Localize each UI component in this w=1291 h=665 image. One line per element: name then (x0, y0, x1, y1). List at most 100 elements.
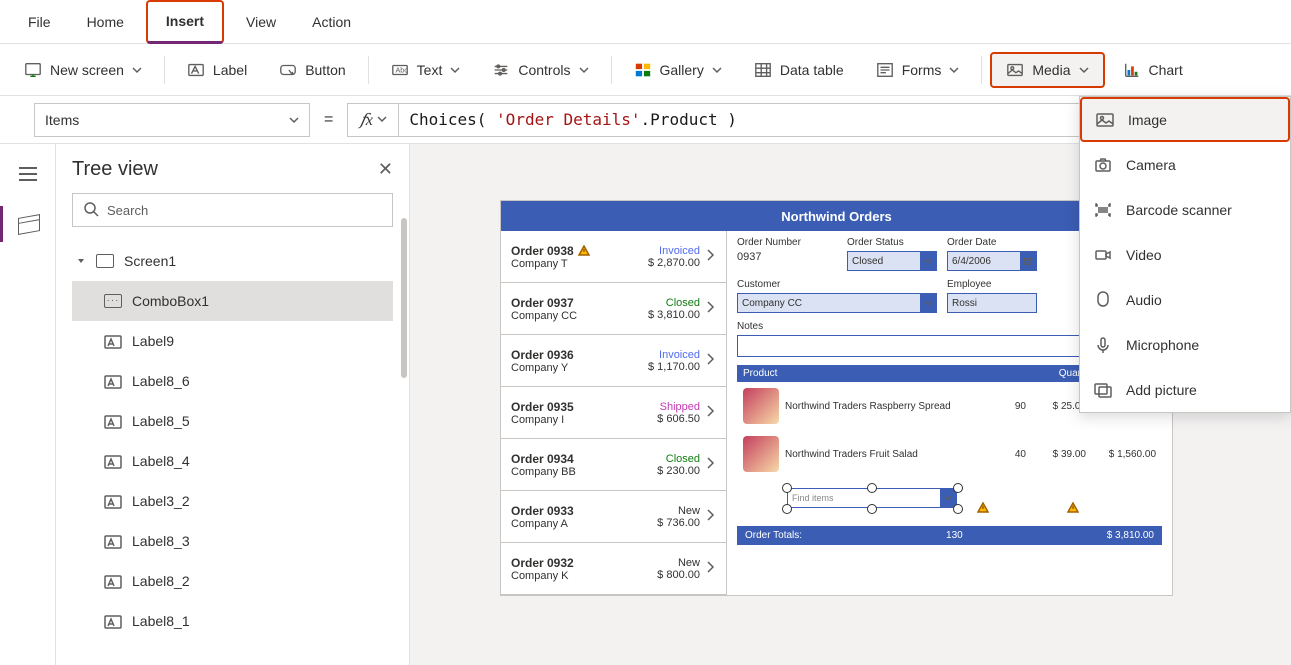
media-video[interactable]: Video (1080, 232, 1290, 277)
chevron-down-icon (289, 112, 299, 128)
media-microphone[interactable]: Microphone (1080, 322, 1290, 367)
ribbon-datatable[interactable]: Data table (740, 52, 858, 88)
find-items-placeholder: Find items (792, 493, 834, 503)
tree-node-label: Label8_2 (132, 573, 190, 589)
ribbon-new-screen[interactable]: New screen (10, 52, 156, 88)
tree-node[interactable]: Label3_2 (72, 481, 393, 521)
tree-view-button[interactable] (16, 212, 40, 236)
ribbon-label[interactable]: Label (173, 52, 261, 88)
tree-node-label: Label9 (132, 333, 174, 349)
chevron-down-icon (949, 62, 959, 78)
menu-file[interactable]: File (10, 0, 69, 44)
scrollbar-thumb[interactable] (401, 218, 407, 378)
media-image-label: Image (1128, 112, 1167, 128)
order-status-select[interactable]: Closed (847, 251, 937, 271)
employee-input[interactable]: Rossi (947, 293, 1037, 313)
media-camera-label: Camera (1126, 157, 1176, 173)
resize-handle[interactable] (867, 504, 877, 514)
tree-node-label: Label8_5 (132, 413, 190, 429)
property-dropdown[interactable]: Items (34, 103, 310, 137)
chevron-right-icon (706, 248, 716, 265)
chevron-right-icon (706, 352, 716, 369)
order-row[interactable]: Order 0937Company CC Closed$ 3,810.00 (501, 283, 726, 335)
order-row[interactable]: Order 0934Company BB Closed$ 230.00 (501, 439, 726, 491)
tree-node[interactable]: Label8_2 (72, 561, 393, 601)
media-image[interactable]: Image (1080, 97, 1290, 142)
separator (981, 56, 982, 84)
tree-node[interactable]: Label8_1 (72, 601, 393, 641)
tree-node[interactable]: Label8_3 (72, 521, 393, 561)
ribbon-controls[interactable]: Controls (478, 52, 602, 88)
order-row[interactable]: Order 0938Company T Invoiced$ 2,870.00 (501, 231, 726, 283)
tree-node[interactable]: Label8_5 (72, 401, 393, 441)
ribbon-forms-label: Forms (902, 62, 942, 78)
combobox-icon (104, 294, 122, 308)
chevron-right-icon (706, 508, 716, 525)
media-barcode[interactable]: Barcode scanner (1080, 187, 1290, 232)
hamburger-button[interactable] (16, 162, 40, 186)
tree-root[interactable]: Screen1 (72, 241, 393, 281)
ribbon-text[interactable]: Abc Text (377, 52, 475, 88)
tree-node[interactable]: Label8_6 (72, 361, 393, 401)
ribbon-chart[interactable]: Chart (1109, 52, 1197, 88)
ribbon-label-label: Label (213, 62, 247, 78)
customer-value: Company CC (742, 298, 802, 309)
left-rail (0, 144, 56, 665)
media-microphone-label: Microphone (1126, 337, 1199, 353)
menu-action[interactable]: Action (294, 0, 369, 44)
order-list[interactable]: Order 0938Company T Invoiced$ 2,870.00Or… (501, 231, 727, 595)
chevron-down-icon (450, 62, 460, 78)
order-row[interactable]: Order 0933Company A New$ 736.00 (501, 491, 726, 543)
ribbon-button[interactable]: Button (265, 52, 359, 88)
media-camera[interactable]: Camera (1080, 142, 1290, 187)
media-audio[interactable]: Audio (1080, 277, 1290, 322)
ribbon-controls-label: Controls (518, 62, 570, 78)
tree-node[interactable]: Label9 (72, 321, 393, 361)
chevron-right-icon (706, 300, 716, 317)
resize-handle[interactable] (953, 483, 963, 493)
media-barcode-label: Barcode scanner (1126, 202, 1232, 218)
tree-node[interactable]: ComboBox1 (72, 281, 393, 321)
ribbon-media-label: Media (1032, 62, 1070, 78)
totals-label: Order Totals: (745, 530, 802, 541)
ribbon-forms[interactable]: Forms (862, 52, 974, 88)
resize-handle[interactable] (867, 483, 877, 493)
order-row[interactable]: Order 0932Company K New$ 800.00 (501, 543, 726, 595)
product-row: Northwind Traders Fruit Salad40$ 39.00$ … (737, 430, 1162, 478)
ribbon-text-label: Text (417, 62, 443, 78)
media-add-picture-label: Add picture (1126, 382, 1197, 398)
chevron-down-icon (712, 62, 722, 78)
label-order-date: Order Date (947, 237, 1037, 248)
menu-home[interactable]: Home (69, 0, 142, 44)
totals-qty: 130 (946, 530, 963, 541)
collapse-caret-icon (76, 253, 86, 269)
fx-button[interactable]: 𝑓x (347, 103, 399, 137)
ribbon-gallery[interactable]: Gallery (620, 52, 736, 88)
col-product: Product (743, 368, 1036, 379)
ribbon-media[interactable]: Media (990, 52, 1104, 88)
label-icon (104, 454, 122, 468)
tree-search-input[interactable]: Search (72, 193, 393, 227)
chevron-down-icon (920, 252, 936, 270)
order-status-value: Closed (852, 256, 883, 267)
tree-list: Screen1 ComboBox1 Label9 Label8_6 Label8_5 L… (72, 241, 393, 641)
label-order-number: Order Number (737, 237, 837, 248)
close-tree-button[interactable]: ✕ (378, 159, 393, 180)
label-order-status: Order Status (847, 237, 937, 248)
label-icon (104, 414, 122, 428)
menu-view[interactable]: View (228, 0, 294, 44)
menu-insert[interactable]: Insert (146, 0, 224, 44)
media-add-picture[interactable]: Add picture (1080, 367, 1290, 412)
order-row[interactable]: Order 0935Company I Shipped$ 606.50 (501, 387, 726, 439)
order-row[interactable]: Order 0936Company Y Invoiced$ 1,170.00 (501, 335, 726, 387)
resize-handle[interactable] (782, 483, 792, 493)
order-date-picker[interactable]: 6/4/2006 (947, 251, 1037, 271)
value-order-number: 0937 (737, 251, 837, 263)
table-icon (754, 61, 772, 79)
tree-node[interactable]: Label8_4 (72, 441, 393, 481)
customer-select[interactable]: Company CC (737, 293, 937, 313)
order-totals: Order Totals: 130 $ 3,810.00 (737, 526, 1162, 545)
resize-handle[interactable] (782, 504, 792, 514)
resize-handle[interactable] (953, 504, 963, 514)
combobox-selection[interactable]: Find items (737, 482, 1162, 526)
